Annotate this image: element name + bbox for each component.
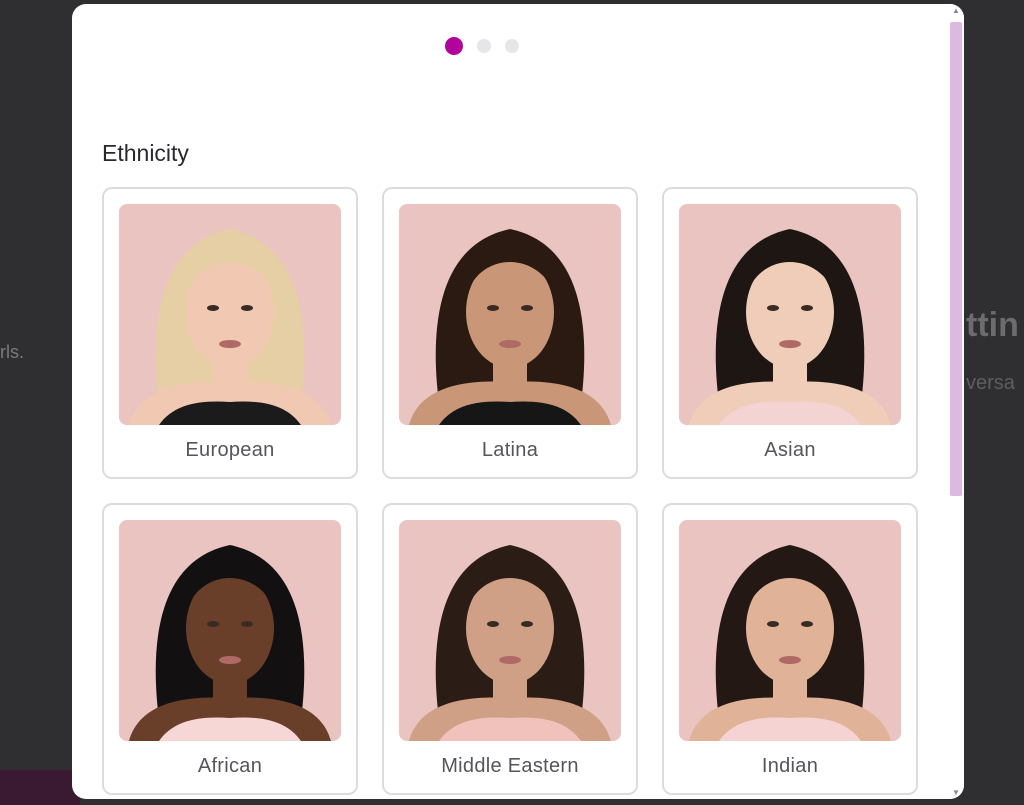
left-eye [767, 305, 779, 311]
option-card-african[interactable]: African [102, 503, 358, 795]
portrait-image [119, 520, 341, 741]
right-eye [801, 305, 813, 311]
portrait-illustration [399, 520, 621, 741]
option-label: Middle Eastern [441, 755, 579, 777]
right-eye [521, 305, 533, 311]
scrollbar-thumb[interactable] [950, 22, 962, 496]
option-card-indian[interactable]: Indian [662, 503, 918, 795]
scroll-up-arrow-icon[interactable]: ▲ [950, 6, 962, 15]
option-label: African [197, 755, 263, 777]
option-label: Indian [761, 755, 819, 777]
option-card-middle-eastern[interactable]: Middle Eastern [382, 503, 638, 795]
modal-scrollbar[interactable]: ▲ ▼ [950, 4, 964, 799]
lips [779, 340, 801, 348]
option-label: European [185, 439, 275, 461]
section-title: Ethnicity [102, 140, 189, 166]
right-eye [241, 305, 253, 311]
portrait-illustration [119, 204, 341, 425]
background-text-fragment: rls. [0, 342, 24, 362]
background-bottom-bar [0, 770, 80, 805]
portrait-illustration [679, 204, 901, 425]
lips [219, 656, 241, 664]
lips [219, 340, 241, 348]
step-dot-2[interactable] [477, 39, 491, 53]
portrait-illustration [679, 520, 901, 741]
option-card-european[interactable]: European [102, 187, 358, 479]
portrait-image [679, 204, 901, 425]
lips [499, 656, 521, 664]
right-eye [521, 621, 533, 627]
portrait-illustration [119, 520, 341, 741]
option-label: Latina [481, 439, 539, 461]
portrait-image [399, 204, 621, 425]
background-subtitle-fragment: versa [966, 372, 1015, 394]
step-dot-1[interactable] [445, 37, 463, 55]
background-heading-fragment: ttin [966, 306, 1019, 344]
portrait-image [119, 204, 341, 425]
left-eye [487, 621, 499, 627]
ethnicity-options-grid: European Latina Asian African Middle Eas… [102, 187, 918, 795]
scroll-down-arrow-icon[interactable]: ▼ [950, 788, 962, 797]
option-card-latina[interactable]: Latina [382, 187, 638, 479]
option-label: Asian [764, 439, 816, 461]
step-indicator [72, 37, 892, 55]
right-eye [241, 621, 253, 627]
portrait-image [679, 520, 901, 741]
option-card-asian[interactable]: Asian [662, 187, 918, 479]
left-eye [207, 305, 219, 311]
lips [779, 656, 801, 664]
portrait-image [399, 520, 621, 741]
ethnicity-selection-modal: Ethnicity European Latina Asian African … [72, 4, 964, 799]
right-eye [801, 621, 813, 627]
left-eye [207, 621, 219, 627]
lips [499, 340, 521, 348]
portrait-illustration [399, 204, 621, 425]
step-dot-3[interactable] [505, 39, 519, 53]
left-eye [487, 305, 499, 311]
left-eye [767, 621, 779, 627]
